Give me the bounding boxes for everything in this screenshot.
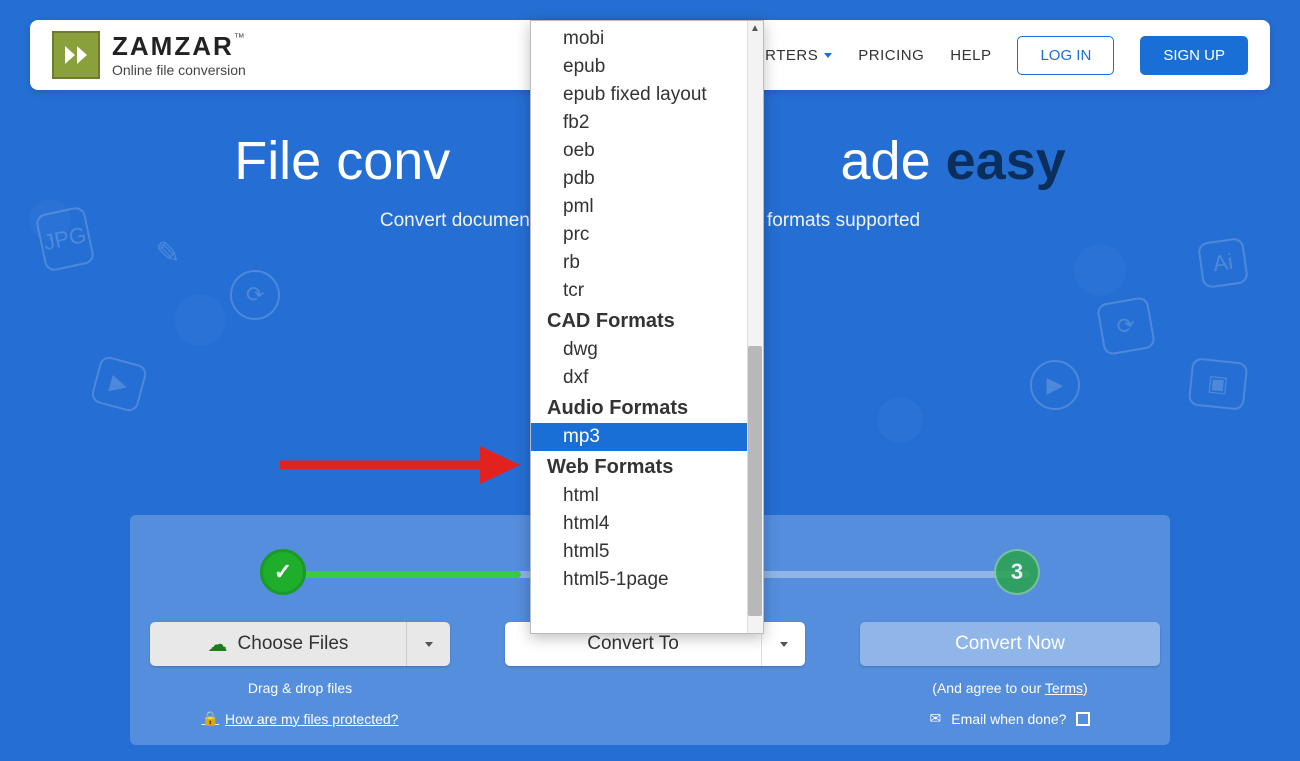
annotation-arrow-icon <box>280 440 520 490</box>
brand-name: ZAMZAR <box>112 31 234 61</box>
convert-to-dropdown[interactable] <box>761 622 805 666</box>
email-done-label: Email when done? <box>951 711 1066 727</box>
email-done-row: ✉ Email when done? <box>930 710 1091 727</box>
chevron-down-icon <box>824 53 832 58</box>
hero-title-mid: ade <box>841 131 931 191</box>
scroll-up-icon[interactable]: ▲ <box>750 23 760 33</box>
convert-to-label: Convert To <box>587 633 679 655</box>
dropdown-option[interactable]: epub fixed layout <box>531 81 763 109</box>
step-1-done: ✓ <box>260 549 306 595</box>
dropdown-option[interactable]: epub <box>531 53 763 81</box>
files-protected-label: How are my files protected? <box>225 711 399 727</box>
dropdown-option[interactable]: prc <box>531 221 763 249</box>
convert-now-button[interactable]: Convert Now <box>860 622 1160 666</box>
dropdown-option[interactable]: tcr <box>531 277 763 305</box>
deco-ai-icon: Ai <box>1197 237 1249 289</box>
col-choose: ☁ Choose Files Drag & drop files 🔒 How a… <box>150 622 450 727</box>
dropdown-option[interactable]: dxf <box>531 364 763 392</box>
step-line-progress <box>270 571 521 578</box>
agree-terms-text: (And agree to our Terms) <box>932 680 1087 696</box>
main-nav: CONVERTERS PRICING HELP LOG IN SIGN UP <box>709 36 1248 75</box>
deco-image-icon: ▣ <box>1188 357 1249 411</box>
drag-drop-hint: Drag & drop files <box>248 680 352 696</box>
choose-files-label: Choose Files <box>238 633 349 655</box>
dropdown-option[interactable]: html4 <box>531 510 763 538</box>
dropdown-option[interactable]: mobi <box>531 25 763 53</box>
login-button[interactable]: LOG IN <box>1017 36 1114 75</box>
choose-files-dropdown[interactable] <box>406 622 450 666</box>
scrollbar-thumb[interactable] <box>748 346 762 616</box>
dropdown-option[interactable]: fb2 <box>531 109 763 137</box>
agree-pre: (And agree to our <box>932 680 1045 696</box>
convert-now-label: Convert Now <box>860 622 1160 666</box>
checkmark-icon: ✓ <box>274 559 292 585</box>
dropdown-option[interactable]: dwg <box>531 336 763 364</box>
chevron-down-icon <box>780 642 788 647</box>
chevron-down-icon <box>425 642 433 647</box>
step-3: 3 <box>994 549 1040 595</box>
hero-title-pre: File conv <box>234 131 450 191</box>
terms-link[interactable]: Terms <box>1045 680 1083 696</box>
nav-pricing[interactable]: PRICING <box>858 47 924 64</box>
logo-text: ZAMZAR™ Online file conversion <box>112 33 246 77</box>
choose-files-button-group: ☁ Choose Files <box>150 622 450 666</box>
lock-icon: 🔒 <box>202 710 219 727</box>
nav-help[interactable]: HELP <box>950 47 991 64</box>
dropdown-list: mobiepubepub fixed layoutfb2oebpdbpmlprc… <box>531 21 763 633</box>
hero-title-easy: easy <box>946 131 1066 191</box>
trademark: ™ <box>234 32 245 44</box>
choose-files-button[interactable]: ☁ Choose Files <box>150 622 406 666</box>
brand-tagline: Online file conversion <box>112 63 246 77</box>
dropdown-option[interactable]: mp3 <box>531 423 763 451</box>
col-convert-to: Convert To <box>505 622 805 727</box>
dropdown-option[interactable]: html5 <box>531 538 763 566</box>
envelope-icon: ✉ <box>930 710 942 727</box>
dropdown-option[interactable]: rb <box>531 249 763 277</box>
deco-refresh2-icon: ⟳ <box>1096 296 1156 356</box>
dropdown-scrollbar[interactable]: ▲ <box>747 21 763 633</box>
dropdown-option[interactable]: html5-1page <box>531 566 763 594</box>
logo[interactable]: ZAMZAR™ Online file conversion <box>52 31 246 79</box>
deco-play2-icon: ▶ <box>1030 360 1080 410</box>
deco-pencil-icon: ✎ <box>150 235 186 271</box>
email-done-checkbox[interactable] <box>1076 712 1090 726</box>
hero-subtitle-pre: Convert documents, <box>380 210 550 231</box>
cloud-upload-icon: ☁ <box>208 632 228 657</box>
dropdown-option[interactable]: oeb <box>531 137 763 165</box>
dropdown-option[interactable]: pml <box>531 193 763 221</box>
action-row: ☁ Choose Files Drag & drop files 🔒 How a… <box>150 622 1150 727</box>
logo-mark-icon <box>52 31 100 79</box>
files-protected-link[interactable]: 🔒 How are my files protected? <box>202 710 399 727</box>
dropdown-option[interactable]: html <box>531 482 763 510</box>
signup-button[interactable]: SIGN UP <box>1140 36 1248 75</box>
dropdown-group-header: Web Formats <box>531 451 763 482</box>
col-convert-now: Convert Now (And agree to our Terms) ✉ E… <box>860 622 1160 727</box>
dropdown-option[interactable]: pdb <box>531 165 763 193</box>
dropdown-group-header: CAD Formats <box>531 305 763 336</box>
agree-post: ) <box>1083 680 1088 696</box>
format-dropdown[interactable]: mobiepubepub fixed layoutfb2oebpdbpmlprc… <box>530 20 764 634</box>
hero-subtitle-post: + formats supported <box>751 210 921 231</box>
dropdown-group-header: Audio Formats <box>531 392 763 423</box>
